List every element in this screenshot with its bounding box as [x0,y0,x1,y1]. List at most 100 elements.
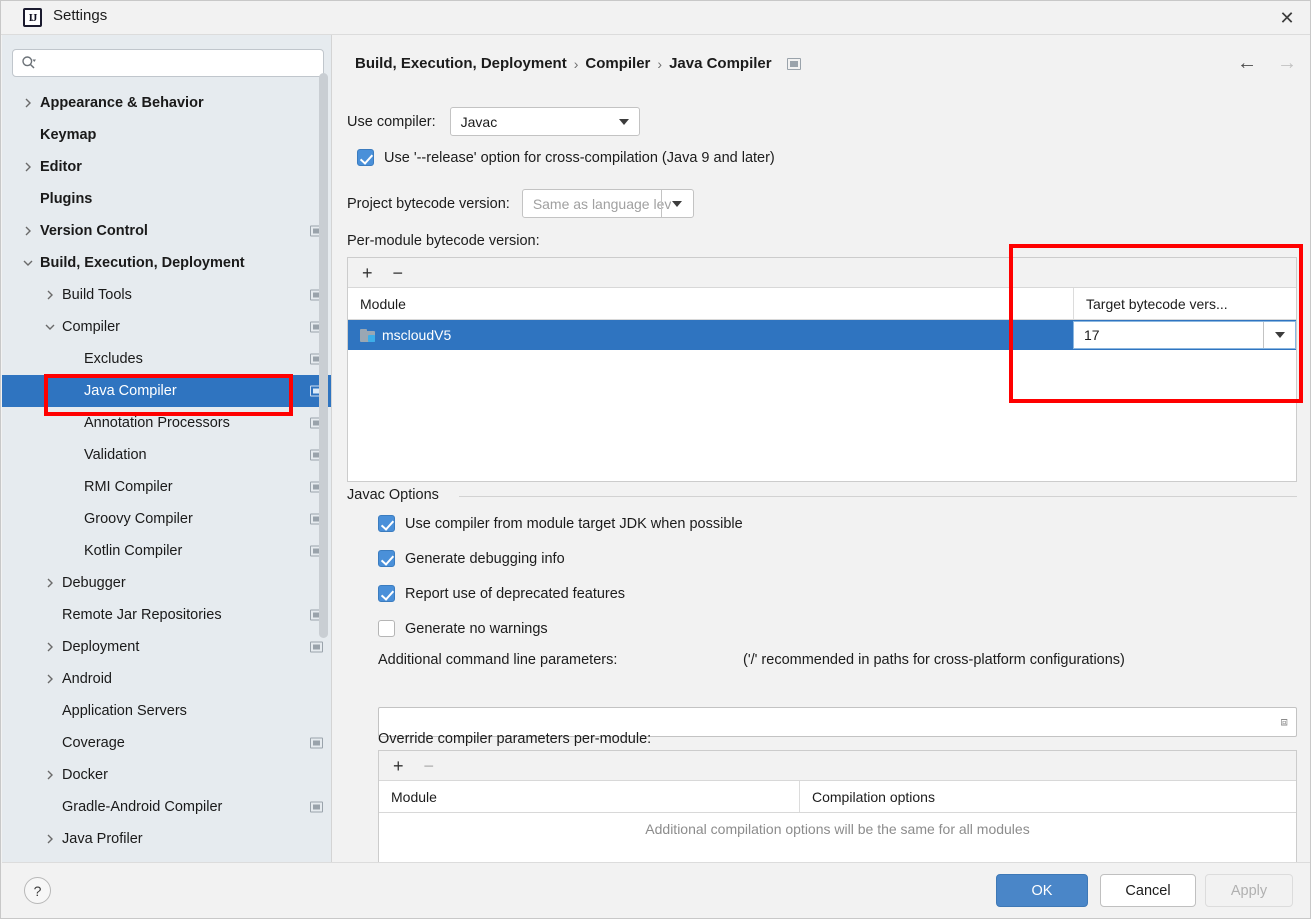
chevron-right-icon[interactable] [42,671,58,687]
settings-sidebar: Appearance & Behavior Keymap Editor Plugins… [2,35,332,865]
sidebar-item-appearance-behavior[interactable]: Appearance & Behavior [2,87,331,119]
additional-params-label: Additional command line parameters: [378,652,618,668]
generate-debugging-info-row[interactable]: Generate debugging info [378,550,565,567]
sidebar-item-docker[interactable]: Docker [2,759,331,791]
sidebar-item-label: Keymap [40,127,97,143]
sidebar-item-application-servers[interactable]: Application Servers [2,695,331,727]
column-header-module[interactable]: Module [379,781,799,812]
use-compiler-row: Use compiler: Javac [347,107,640,136]
chevron-right-icon[interactable] [20,95,36,111]
breadcrumb-part-1[interactable]: Compiler [585,55,650,72]
sidebar-item-keymap[interactable]: Keymap [2,119,331,151]
column-header-module[interactable]: Module [348,288,1073,319]
sidebar-item-java-compiler[interactable]: Java Compiler [2,375,331,407]
help-button[interactable]: ? [24,877,51,904]
sidebar-item-label: Annotation Processors [84,415,230,431]
sidebar-item-groovy-compiler[interactable]: Groovy Compiler [2,503,331,535]
sidebar-item-remote-jar-repositories[interactable]: Remote Jar Repositories [2,599,331,631]
arrow-left-icon[interactable]: ← [1237,53,1257,73]
report-deprecated-row[interactable]: Report use of deprecated features [378,585,625,602]
generate-debugging-info-checkbox[interactable] [378,550,395,567]
chevron-right-icon[interactable] [42,287,58,303]
sidebar-item-plugins[interactable]: Plugins [2,183,331,215]
breadcrumb-separator: › [573,55,579,72]
breadcrumb-part-0[interactable]: Build, Execution, Deployment [355,55,567,72]
project-bytecode-row: Project bytecode version: Same as langua… [347,189,694,218]
sidebar-item-build-execution-deployment[interactable]: Build, Execution, Deployment [2,247,331,279]
use-module-jdk-checkbox[interactable] [378,515,395,532]
chevron-right-icon[interactable] [20,223,36,239]
chevron-right-icon[interactable] [42,831,58,847]
sidebar-item-label: Validation [84,447,147,463]
sidebar-item-label: Android [62,671,112,687]
sidebar-item-label: Appearance & Behavior [40,95,204,111]
sidebar-item-label: Build Tools [62,287,132,303]
column-header-compilation-options[interactable]: Compilation options [799,781,1296,812]
sidebar-item-java-profiler[interactable]: Java Profiler [2,823,331,855]
search-input[interactable] [12,49,324,77]
module-name: mscloudV5 [382,327,452,343]
chevron-down-icon[interactable] [660,190,693,217]
project-bytecode-combobox[interactable]: Same as language lev [521,189,694,218]
sidebar-item-version-control[interactable]: Version Control [2,215,331,247]
expand-icon[interactable]: ⧈ [1280,715,1288,730]
release-option-checkbox[interactable] [357,149,374,166]
sidebar-item-compiler[interactable]: Compiler [2,311,331,343]
javac-options-legend: Javac Options [347,487,447,503]
sidebar-item-label: Editor [40,159,82,175]
per-module-bytecode-table: + − Module Target bytecode vers... msclo… [347,257,1297,482]
override-compiler-params-table: + − Module Compilation options Additiona… [378,750,1297,865]
sidebar-item-label: Compiler [62,319,121,335]
chevron-right-icon[interactable] [42,575,58,591]
sidebar-item-build-tools[interactable]: Build Tools [2,279,331,311]
sidebar-scrollbar-thumb[interactable] [319,73,328,638]
cancel-button[interactable]: Cancel [1100,874,1196,907]
release-option-row[interactable]: Use '--release' option for cross-compila… [357,149,775,166]
sidebar-item-kotlin-compiler[interactable]: Kotlin Compiler [2,535,331,567]
module-cell[interactable]: mscloudV5 [348,320,1073,350]
use-module-jdk-row[interactable]: Use compiler from module target JDK when… [378,515,743,532]
chevron-down-icon[interactable] [20,255,36,271]
sidebar-item-deployment[interactable]: Deployment [2,631,331,663]
report-deprecated-checkbox[interactable] [378,585,395,602]
chevron-right-icon[interactable] [42,767,58,783]
table-row[interactable]: mscloudV5 17 [348,320,1296,350]
project-bytecode-placeholder: Same as language lev [532,195,672,212]
chevron-down-icon[interactable] [1263,322,1295,348]
generate-no-warnings-row[interactable]: Generate no warnings [378,620,548,637]
group-divider [459,496,1297,497]
sidebar-item-rmi-compiler[interactable]: RMI Compiler [2,471,331,503]
project-bytecode-label: Project bytecode version: [347,195,510,212]
chevron-down-icon [618,118,629,125]
sidebar-item-validation[interactable]: Validation [2,439,331,471]
sidebar-item-annotation-processors[interactable]: Annotation Processors [2,407,331,439]
per-module-table-header: Module Target bytecode vers... [348,288,1296,320]
ok-button[interactable]: OK [996,874,1088,907]
per-module-label: Per-module bytecode version: [347,233,540,249]
close-icon[interactable]: ✕ [1274,5,1300,31]
sidebar-item-android[interactable]: Android [2,663,331,695]
column-header-target-bytecode[interactable]: Target bytecode vers... [1073,288,1296,319]
sidebar-item-excludes[interactable]: Excludes [2,343,331,375]
chevron-right-icon[interactable] [42,639,58,655]
sidebar-item-coverage[interactable]: Coverage [2,727,331,759]
sidebar-item-debugger[interactable]: Debugger [2,567,331,599]
sidebar-scrollbar[interactable] [318,35,330,813]
generate-no-warnings-checkbox[interactable] [378,620,395,637]
sidebar-item-label: Deployment [62,639,140,655]
target-bytecode-combobox[interactable]: 17 [1073,321,1296,349]
use-compiler-combobox[interactable]: Javac [449,107,640,136]
chevron-right-icon[interactable] [20,159,36,175]
settings-tree: Appearance & Behavior Keymap Editor Plugins… [2,87,331,865]
sidebar-item-label: Excludes [84,351,143,367]
add-module-button[interactable]: + [362,264,373,282]
target-bytecode-cell[interactable]: 17 [1073,320,1296,350]
remove-module-button[interactable]: − [393,264,404,282]
sidebar-item-gradle-android-compiler[interactable]: Gradle-Android Compiler [2,791,331,823]
chevron-down-icon[interactable] [42,319,58,335]
sidebar-item-editor[interactable]: Editor [2,151,331,183]
generate-debugging-info-label: Generate debugging info [405,550,565,567]
add-override-button[interactable]: + [393,757,404,775]
override-params-toolbar: + − [379,751,1296,781]
search-field-wrapper [12,49,324,77]
